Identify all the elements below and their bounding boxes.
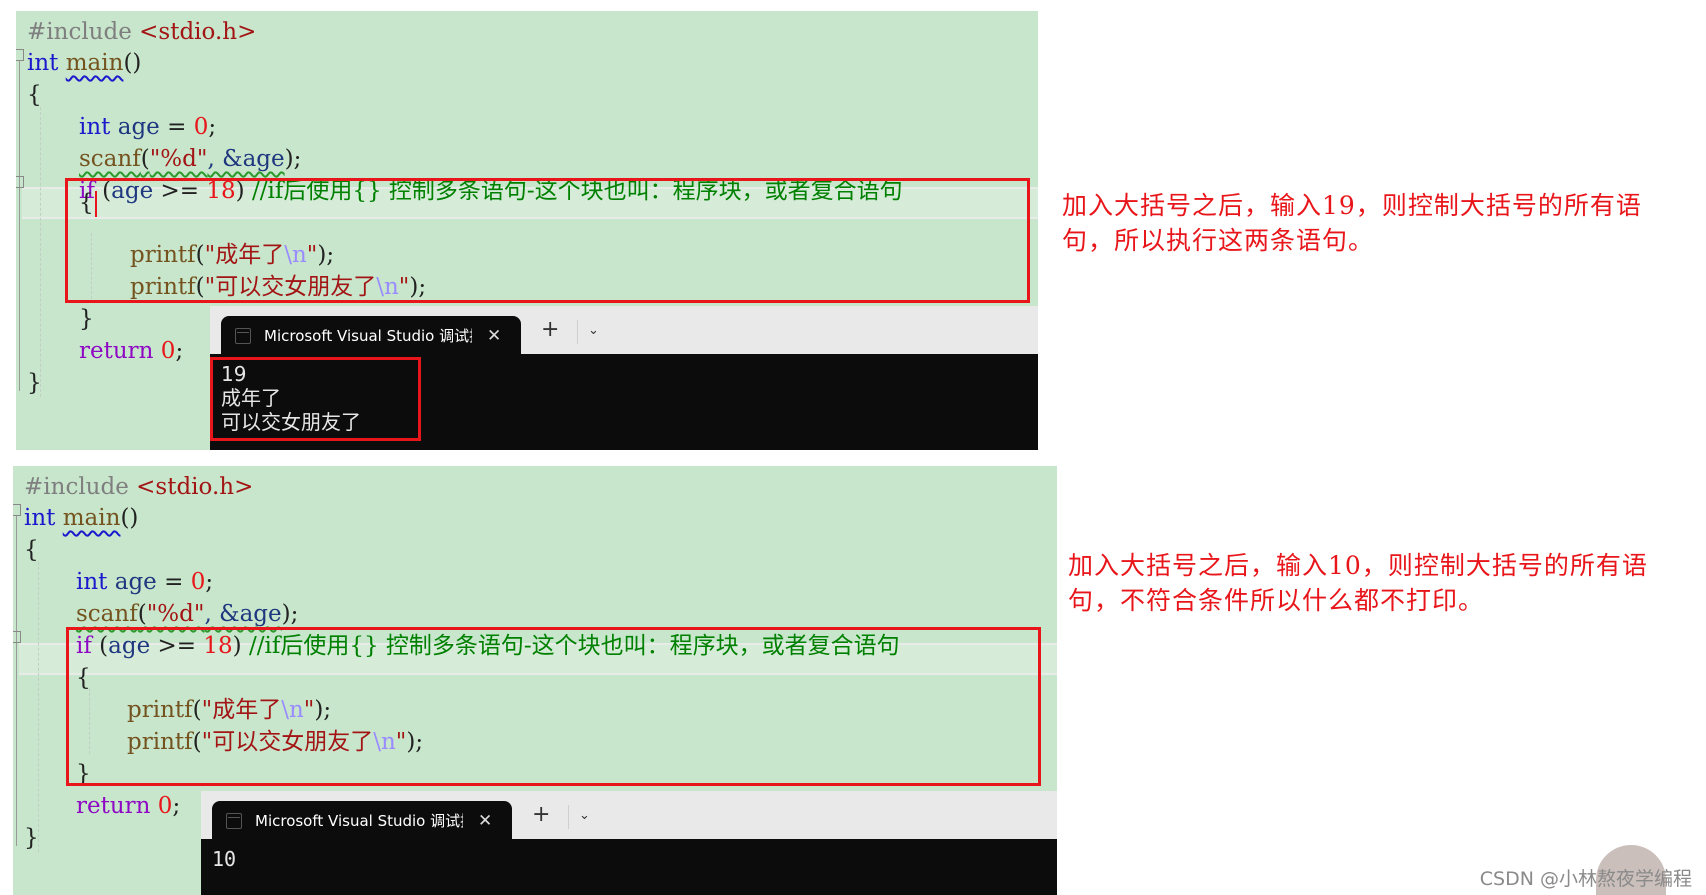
console-tab-bar: Microsoft Visual Studio 调试控制台 ✕ + ⌄ [201, 791, 1057, 841]
debug-console-bottom[interactable]: Microsoft Visual Studio 调试控制台 ✕ + ⌄ 10 [201, 791, 1057, 895]
console-output-line: 10 [212, 847, 237, 871]
code-line-include: #include <stdio.h> [27, 19, 257, 45]
code-line-return: return 0; [79, 338, 184, 364]
code-line-printf-2: printf("可以交女朋友了\n"); [130, 274, 427, 300]
code-line-open-brace: { [27, 82, 42, 108]
debug-console-top[interactable]: Microsoft Visual Studio 调试控制台 ✕ + ⌄ 19成年… [210, 306, 1038, 450]
text-caret [94, 191, 97, 217]
console-output: 19 成年了 可以交女朋友了 [221, 362, 361, 434]
code-line-scanf: scanf("%d", &age); [76, 601, 299, 627]
code-line-return: return 0; [76, 793, 181, 819]
code-line-scanf: scanf("%d", &age); [79, 146, 302, 172]
annotation-bottom: 加入大括号之后，输入10，则控制大括号的所有语句，不符合条件所以什么都不打印。 [1068, 551, 1648, 615]
close-tab-icon[interactable]: ✕ [478, 801, 492, 841]
code-line-main: int main() [27, 50, 142, 76]
code-line-printf-2: printf("可以交女朋友了\n"); [127, 729, 424, 755]
code-line-if-close-brace: } [76, 761, 91, 787]
code-line-include: #include <stdio.h> [24, 474, 254, 500]
console-tab-title: Microsoft Visual Studio 调试控制台 [255, 812, 463, 830]
code-line-decl: int age = 0; [76, 569, 214, 595]
code-line-if-open-brace: { [16, 187, 97, 219]
console-tab-bar: Microsoft Visual Studio 调试控制台 ✕ + ⌄ [210, 306, 1038, 356]
console-tab-title: Microsoft Visual Studio 调试控制台 [264, 327, 472, 345]
new-tab-button[interactable]: + [532, 803, 550, 827]
code-line-close-brace: } [24, 825, 39, 851]
code-line-if: if (age >= 18) //if后使用{} 控制多条语句-这个块也叫：程序… [79, 178, 903, 204]
terminal-icon [235, 328, 251, 344]
code-line-open-brace: { [24, 537, 39, 563]
console-output: 10 [212, 847, 236, 871]
code-line-if-open-brace: { [76, 665, 91, 691]
code-line-close-brace: } [27, 370, 42, 396]
console-output-line: 19 [221, 362, 247, 386]
close-tab-icon[interactable]: ✕ [487, 316, 501, 356]
terminal-icon [226, 813, 242, 829]
tab-separator [568, 805, 569, 829]
annotation-top: 加入大括号之后，输入19，则控制大括号的所有语句，所以执行这两条语句。 [1062, 191, 1642, 255]
code-line-decl: int age = 0; [79, 114, 217, 140]
chevron-down-icon[interactable]: ⌄ [579, 805, 590, 827]
code-line-printf-1: printf("成年了\n"); [127, 697, 332, 723]
new-tab-button[interactable]: + [541, 318, 559, 342]
console-tab[interactable]: Microsoft Visual Studio 调试控制台 ✕ [212, 801, 512, 841]
code-line-printf-1: printf("成年了\n"); [130, 242, 335, 268]
tab-separator [577, 320, 578, 344]
watermark: CSDN @小林熬夜学编程 [1479, 868, 1692, 890]
code-line-main: int main() [24, 505, 139, 531]
console-tab[interactable]: Microsoft Visual Studio 调试控制台 ✕ [221, 316, 521, 356]
chevron-down-icon[interactable]: ⌄ [588, 320, 599, 342]
console-output-line: 成年了 [221, 386, 281, 410]
code-line-if-close-brace: } [79, 306, 94, 332]
console-output-line: 可以交女朋友了 [221, 410, 361, 434]
code-line-if: if (age >= 18) //if后使用{} 控制多条语句-这个块也叫：程序… [76, 633, 900, 659]
